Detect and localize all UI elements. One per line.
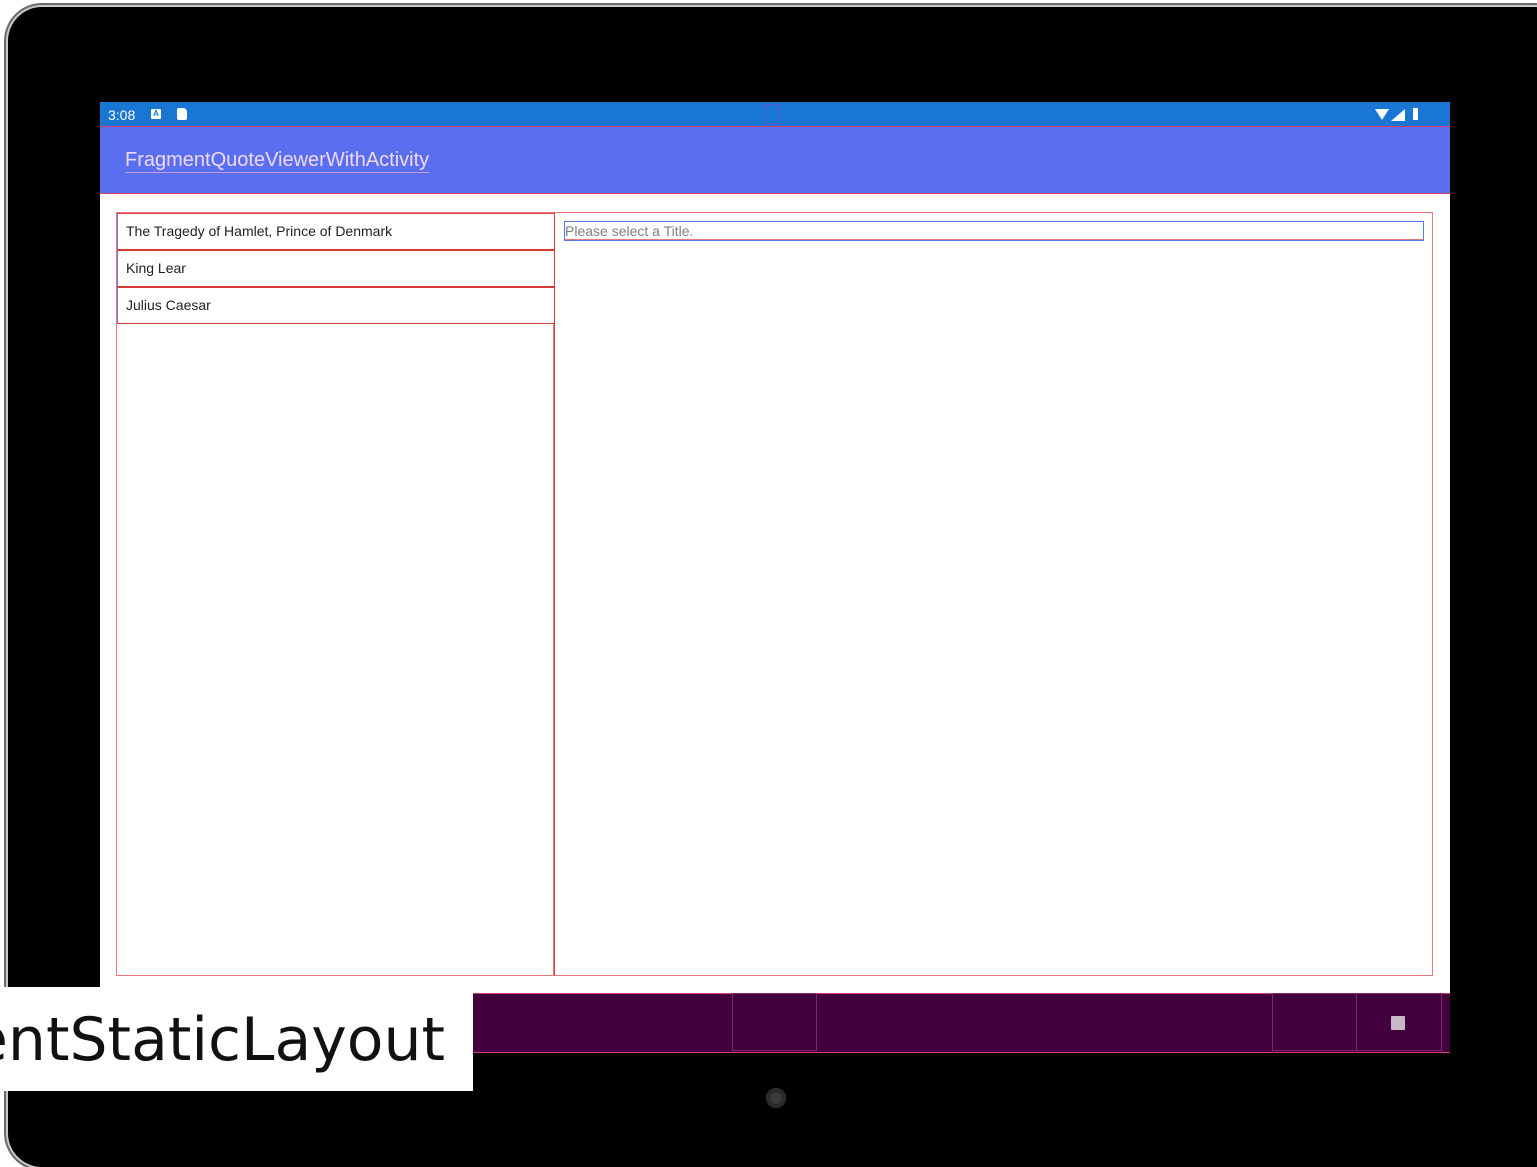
quote-panel: Please select a Title.: [554, 212, 1433, 976]
list-item-julius-caesar[interactable]: Julius Caesar: [117, 287, 555, 324]
caption-text: entStaticLayout: [0, 1005, 445, 1075]
app-title: FragmentQuoteViewerWithActivity: [125, 149, 430, 173]
action-bar: FragmentQuoteViewerWithActivity: [100, 127, 1450, 194]
title-list[interactable]: The Tragedy of Hamlet, Prince of Denmark…: [116, 212, 555, 976]
sd-card-icon: [177, 108, 187, 120]
list-item-king-lear[interactable]: King Lear: [117, 250, 555, 287]
wifi-icon: [1375, 109, 1389, 120]
signal-icon: [1391, 109, 1405, 121]
nav-back-area[interactable]: [732, 993, 817, 1051]
status-bar: 3:08 A: [100, 102, 1450, 127]
status-time: 3:08: [108, 107, 136, 123]
list-item-hamlet[interactable]: The Tragedy of Hamlet, Prince of Denmark: [117, 213, 555, 250]
caption-overlay: entStaticLayout: [0, 987, 473, 1091]
battery-icon: [1413, 108, 1418, 120]
a-notification-icon: A: [151, 109, 161, 119]
device-screen: 3:08 A FragmentQuoteViewerWithActivity T…: [100, 102, 1450, 1053]
nav-home-area[interactable]: [1272, 993, 1357, 1051]
status-bar-center-marker: [764, 104, 780, 124]
quote-text: Please select a Title.: [564, 221, 1424, 241]
front-camera-icon: [766, 1088, 786, 1108]
recents-icon[interactable]: [1391, 1016, 1405, 1030]
